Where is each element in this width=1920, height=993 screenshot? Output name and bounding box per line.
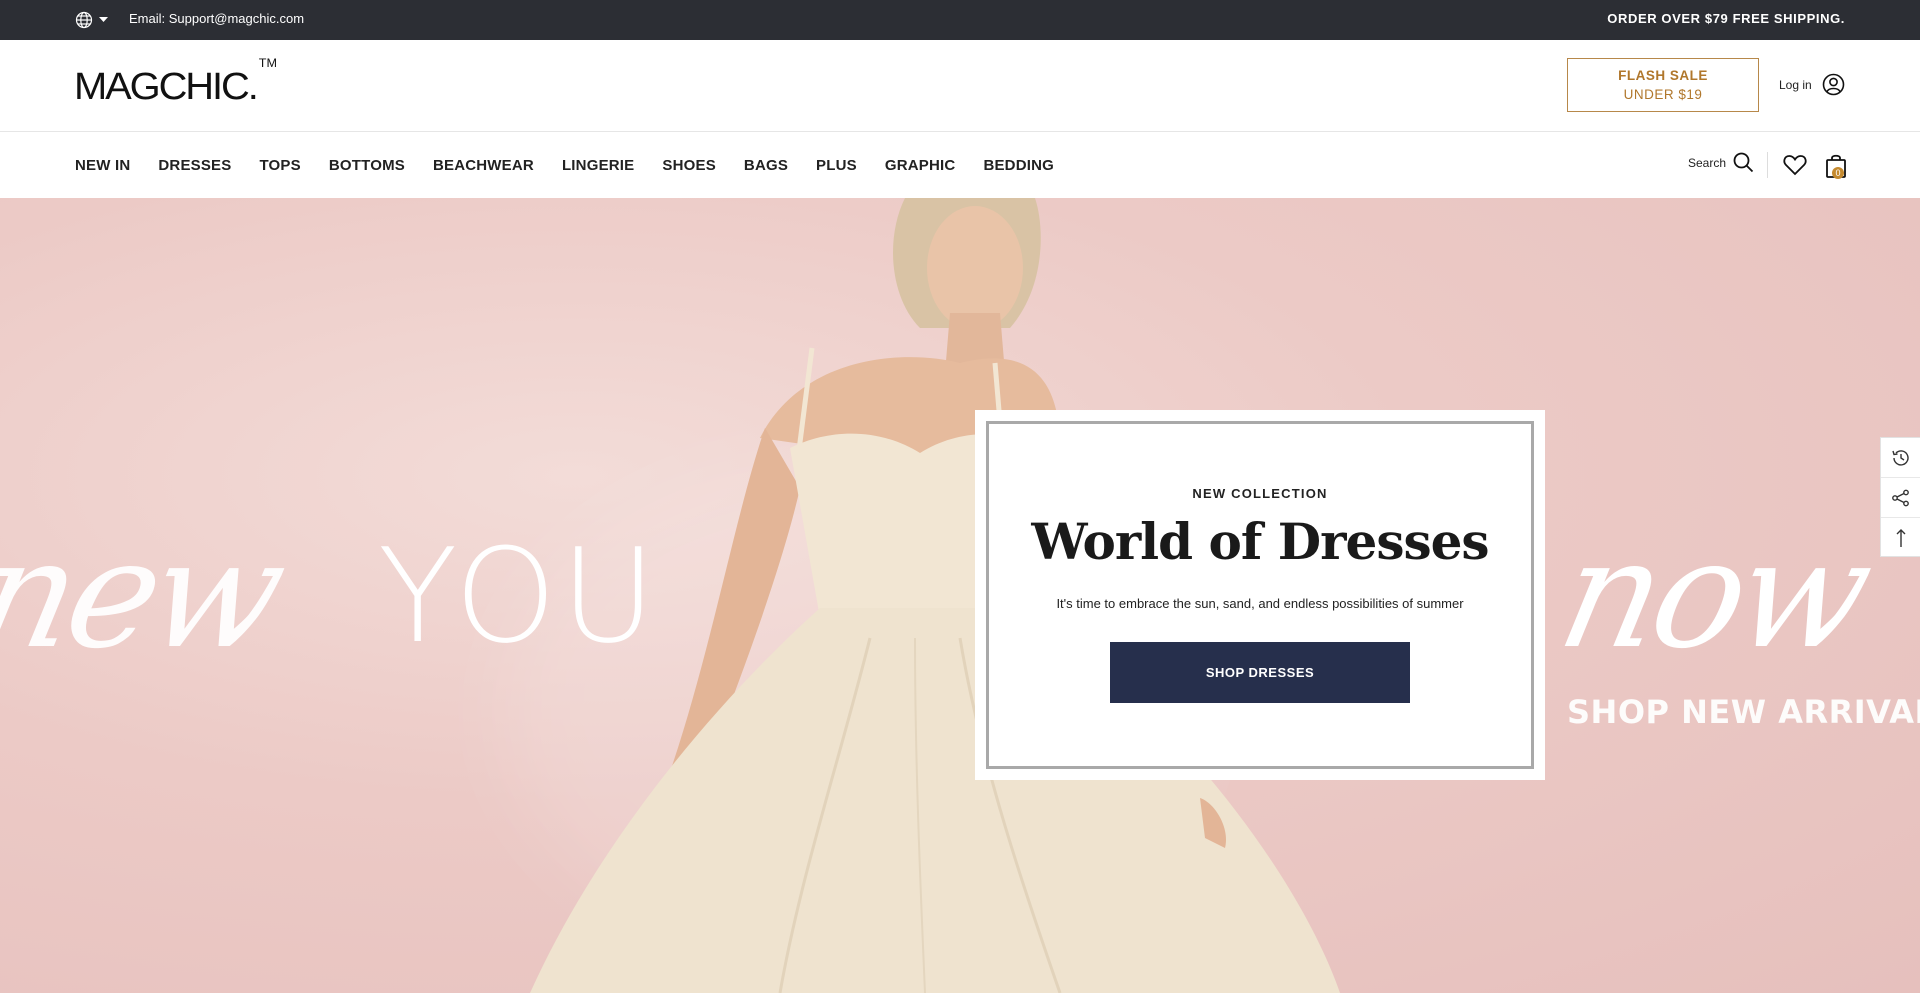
- hero-banner[interactable]: new YOU now SHOP NEW ARRIVAL: [0, 198, 1920, 993]
- login-label: Log in: [1779, 77, 1812, 92]
- nav-item-bags[interactable]: BAGS: [744, 157, 788, 174]
- recently-viewed-button[interactable]: [1881, 438, 1920, 478]
- nav-item-bedding[interactable]: BEDDING: [983, 157, 1054, 174]
- nav-divider: [1767, 152, 1768, 178]
- nav-item-lingerie[interactable]: LINGERIE: [562, 157, 634, 174]
- chevron-down-icon: [99, 17, 108, 22]
- login-link[interactable]: Log in: [1779, 73, 1845, 96]
- hero-kicker: NEW COLLECTION: [1192, 486, 1328, 501]
- hero-content-card: NEW COLLECTION World of Dresses It's tim…: [975, 410, 1545, 780]
- heart-icon: [1783, 155, 1807, 176]
- search-label: Search: [1688, 155, 1727, 170]
- nav-item-beachwear[interactable]: BEACHWEAR: [433, 157, 534, 174]
- hero-card-frame: NEW COLLECTION World of Dresses It's tim…: [986, 421, 1534, 769]
- hero-description: It's time to embrace the sun, sand, and …: [1056, 596, 1464, 611]
- back-to-top-button[interactable]: [1881, 518, 1920, 558]
- nav-item-tops[interactable]: TOPS: [259, 157, 300, 174]
- support-email[interactable]: Email: Support@magchic.com: [129, 11, 304, 26]
- nav-item-plus[interactable]: PLUS: [816, 157, 857, 174]
- nav-item-bottoms[interactable]: BOTTOMS: [329, 157, 405, 174]
- user-circle-icon: [1822, 73, 1845, 96]
- nav-item-new-in[interactable]: NEW IN: [75, 157, 130, 174]
- search-button[interactable]: Search: [1688, 152, 1754, 173]
- history-icon: [1891, 449, 1909, 466]
- hero-bg-script-right: now: [1546, 508, 1881, 682]
- language-selector[interactable]: [75, 9, 108, 31]
- hero-shop-new-arrival-text: SHOP NEW ARRIVAL: [1567, 693, 1920, 731]
- share-icon: [1891, 489, 1909, 506]
- logo-text: MAGCHIC.: [74, 66, 259, 108]
- globe-icon: [75, 11, 93, 29]
- shipping-notice: ORDER OVER $79 FREE SHIPPING.: [1607, 11, 1845, 26]
- flash-sale-button[interactable]: FLASH SALE UNDER $19: [1567, 58, 1759, 112]
- logo[interactable]: MAGCHIC.TM: [74, 56, 277, 109]
- cart-count-badge: 0: [1832, 167, 1844, 179]
- logo-trademark: TM: [258, 56, 277, 71]
- wishlist-button[interactable]: [1783, 154, 1807, 181]
- flash-sale-subtitle: UNDER $19: [1623, 87, 1703, 102]
- announcement-bar: Email: Support@magchic.com ORDER OVER $7…: [0, 0, 1920, 40]
- cart-button[interactable]: 0: [1825, 153, 1847, 184]
- nav-item-shoes[interactable]: SHOES: [662, 157, 716, 174]
- nav-item-dresses[interactable]: DRESSES: [158, 157, 231, 174]
- floating-toolbar: [1880, 437, 1920, 557]
- shop-dresses-button[interactable]: SHOP DRESSES: [1110, 642, 1410, 703]
- nav-menu: NEW IN DRESSES TOPS BOTTOMS BEACHWEAR LI…: [75, 132, 1082, 198]
- search-icon: [1733, 152, 1754, 173]
- share-button[interactable]: [1881, 478, 1920, 518]
- nav-item-graphic[interactable]: GRAPHIC: [885, 157, 956, 174]
- hero-title: World of Dresses: [1031, 512, 1489, 571]
- site-header: MAGCHIC.TM FLASH SALE UNDER $19 Log in: [0, 40, 1920, 132]
- main-nav: NEW IN DRESSES TOPS BOTTOMS BEACHWEAR LI…: [0, 132, 1920, 198]
- flash-sale-title: FLASH SALE: [1618, 68, 1708, 83]
- back-to-top-icon: [1896, 529, 1905, 547]
